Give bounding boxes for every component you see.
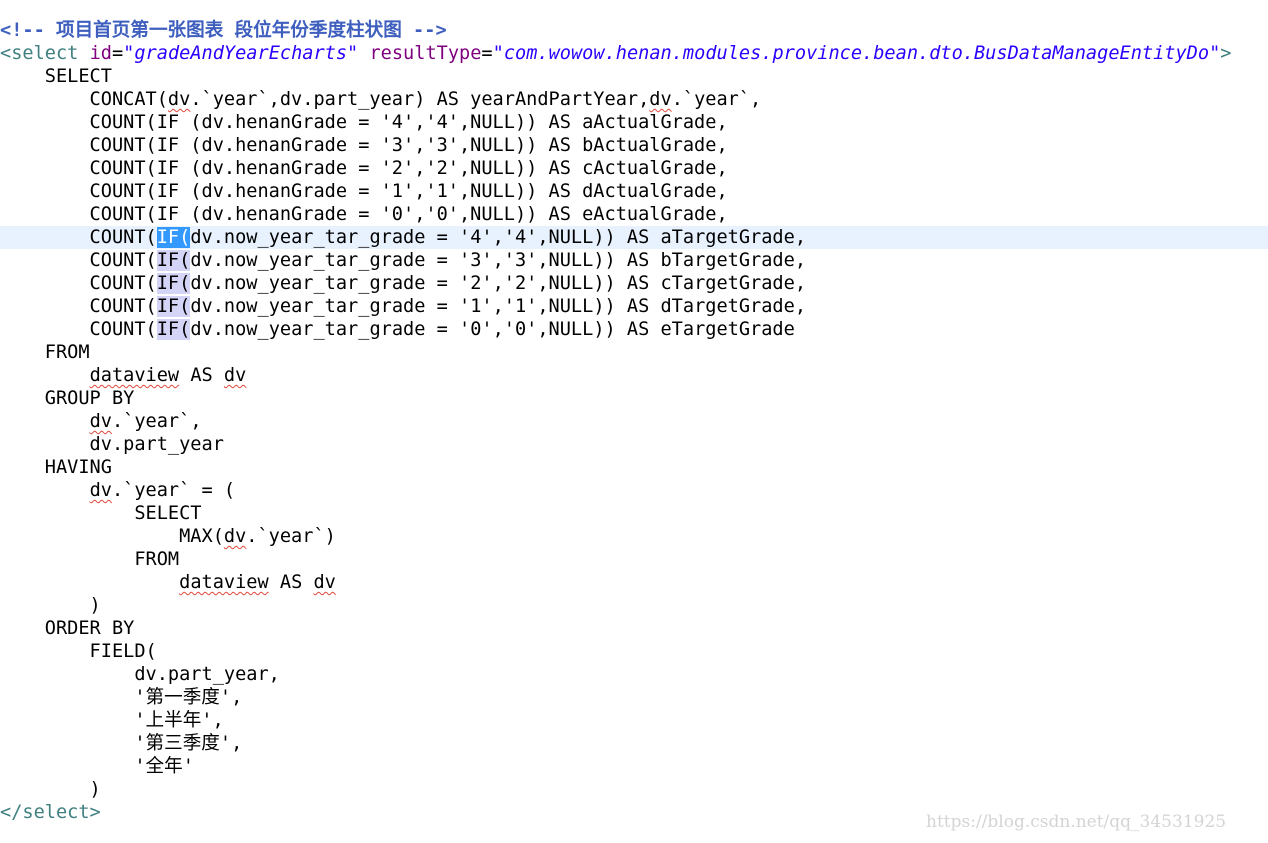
code-line[interactable]: COUNT(IF (dv.henanGrade = '2','2',NULL))…: [0, 157, 1268, 180]
code-line-comment[interactable]: <!-- 项目首页第一张图表 段位年份季度柱状图 -->: [0, 19, 1268, 42]
code-line[interactable]: HAVING: [0, 456, 1268, 479]
xml-attr-resulttype-value: "com.wowow.henan.modules.province.bean.d…: [492, 43, 1221, 64]
code-text: COUNT(: [0, 227, 157, 248]
code-text: .`year`,dv.part_year) AS yearAndPartYear…: [190, 89, 650, 110]
code-line[interactable]: '第一季度',: [0, 686, 1268, 709]
code-line[interactable]: ): [0, 594, 1268, 617]
occurrence-highlight: IF(: [156, 273, 191, 294]
xml-attr-id-value: "gradeAndYearEcharts": [123, 43, 359, 64]
xml-attr-resulttype: resultType: [369, 43, 482, 64]
code-line[interactable]: FROM: [0, 548, 1268, 571]
xml-equals: =: [481, 43, 493, 64]
code-line[interactable]: COUNT(IF (dv.henanGrade = '1','1',NULL))…: [0, 180, 1268, 203]
code-line[interactable]: ): [0, 778, 1268, 801]
code-line[interactable]: COUNT(IF(dv.now_year_tar_grade = '3','3'…: [0, 249, 1268, 272]
code-text: .`year`,: [111, 411, 202, 432]
spell-flag-token: dv: [313, 572, 336, 593]
code-text: dv.now_year_tar_grade = '4','4',NULL)) A…: [190, 227, 807, 248]
spell-flag-token: dv: [89, 480, 112, 501]
code-text: dv.now_year_tar_grade = '1','1',NULL)) A…: [190, 296, 807, 317]
code-line[interactable]: SELECT: [0, 502, 1268, 525]
code-text: dv.now_year_tar_grade = '2','2',NULL)) A…: [190, 273, 807, 294]
spell-flag-token: dv: [649, 89, 672, 110]
code-line[interactable]: '第三季度',: [0, 732, 1268, 755]
code-text: MAX(: [0, 526, 224, 547]
code-line[interactable]: dv.part_year,: [0, 663, 1268, 686]
spell-flag-token: dv: [223, 526, 247, 547]
code-line[interactable]: '上半年',: [0, 709, 1268, 732]
code-line[interactable]: SELECT: [0, 65, 1268, 88]
code-text: .`year`): [246, 526, 336, 547]
code-line-select-open[interactable]: <select id="gradeAndYearEcharts" resultT…: [0, 42, 1268, 65]
code-line[interactable]: MAX(dv.`year`): [0, 525, 1268, 548]
code-text: CONCAT(: [0, 89, 168, 110]
code-text: COUNT(: [0, 319, 157, 340]
code-line[interactable]: ORDER BY: [0, 617, 1268, 640]
spell-flag-token: dv: [223, 365, 247, 386]
xml-comment: <!-- 项目首页第一张图表 段位年份季度柱状图 -->: [0, 20, 447, 41]
code-line[interactable]: dv.part_year: [0, 433, 1268, 456]
xml-tag-open: <select: [0, 43, 79, 64]
occurrence-highlight: IF(: [156, 319, 191, 340]
code-line-current[interactable]: COUNT(IF(dv.now_year_tar_grade = '4','4'…: [0, 226, 1268, 249]
code-text: COUNT(: [0, 273, 157, 294]
xml-equals: =: [111, 43, 124, 64]
watermark-url: https://blog.csdn.net/qq_34531925: [926, 812, 1227, 832]
xml-tag-end: </select>: [0, 802, 101, 823]
xml-attr-id: id: [89, 43, 112, 64]
code-text: .`year`,: [671, 89, 762, 110]
code-line[interactable]: FIELD(: [0, 640, 1268, 663]
code-text: COUNT(: [0, 250, 157, 271]
occurrence-highlight: IF(: [156, 250, 191, 271]
code-text: AS: [268, 572, 314, 593]
text-selection[interactable]: IF(: [156, 227, 191, 248]
code-line[interactable]: dv.`year` = (: [0, 479, 1268, 502]
xml-tag-close-bracket: >: [1220, 43, 1232, 64]
code-line[interactable]: dataview AS dv: [0, 571, 1268, 594]
code-line[interactable]: COUNT(IF(dv.now_year_tar_grade = '2','2'…: [0, 272, 1268, 295]
code-line[interactable]: dv.`year`,: [0, 410, 1268, 433]
code-line[interactable]: GROUP BY: [0, 387, 1268, 410]
code-line[interactable]: COUNT(IF (dv.henanGrade = '4','4',NULL))…: [0, 111, 1268, 134]
code-line[interactable]: COUNT(IF(dv.now_year_tar_grade = '0','0'…: [0, 318, 1268, 341]
code-text: dv.now_year_tar_grade = '3','3',NULL)) A…: [190, 250, 807, 271]
code-line[interactable]: '全年': [0, 755, 1268, 778]
spell-flag-token: dataview: [179, 572, 269, 593]
code-line[interactable]: COUNT(IF (dv.henanGrade = '3','3',NULL))…: [0, 134, 1268, 157]
spell-flag-token: dataview: [89, 365, 180, 386]
code-line[interactable]: FROM: [0, 341, 1268, 364]
code-line[interactable]: dataview AS dv: [0, 364, 1268, 387]
code-text: .`year` = (: [111, 480, 236, 501]
code-text: AS: [179, 365, 224, 386]
code-line[interactable]: COUNT(IF (dv.henanGrade = '0','0',NULL))…: [0, 203, 1268, 226]
spell-flag-token: dv: [89, 411, 112, 432]
code-editor[interactable]: <!-- 项目首页第一张图表 段位年份季度柱状图 --> <select id=…: [0, 19, 1268, 824]
spell-flag-token: dv: [167, 89, 191, 110]
code-text: dv.now_year_tar_grade = '0','0',NULL)) A…: [190, 319, 795, 340]
code-line[interactable]: COUNT(IF(dv.now_year_tar_grade = '1','1'…: [0, 295, 1268, 318]
code-line-concat[interactable]: CONCAT(dv.`year`,dv.part_year) AS yearAn…: [0, 88, 1268, 111]
code-text: COUNT(: [0, 296, 157, 317]
occurrence-highlight: IF(: [156, 296, 191, 317]
